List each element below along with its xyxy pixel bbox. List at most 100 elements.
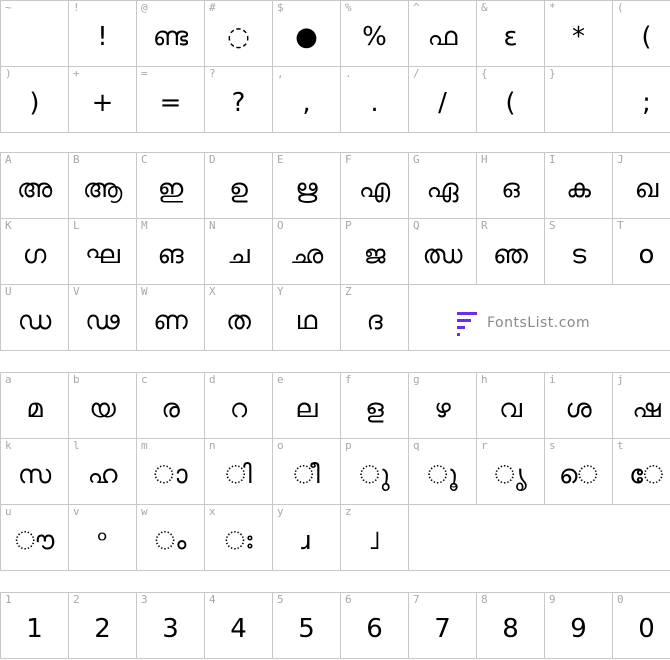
key-label: }	[549, 67, 556, 80]
glyph-sample: എ	[358, 174, 391, 204]
key-label: N	[209, 219, 216, 232]
glyph-sample: 0	[638, 614, 655, 644]
key-label: d	[209, 373, 216, 386]
key-label: G	[413, 153, 420, 166]
key-label: I	[549, 153, 556, 166]
glyph-sample: =	[159, 88, 182, 118]
key-label: w	[141, 505, 148, 518]
key-label: f	[345, 373, 352, 386]
glyph-sample: ഉ	[229, 174, 248, 204]
glyph-cell: Fഎ	[340, 152, 409, 219]
glyph-cell: 22	[68, 592, 137, 659]
key-label: n	[209, 439, 216, 452]
glyph-cell: 66	[340, 592, 409, 659]
key-label: ^	[413, 1, 420, 14]
glyph-cell: jഷ	[612, 372, 670, 439]
glyph-sample: ഢ	[85, 306, 120, 336]
key-label: t	[617, 439, 624, 452]
glyph-sample: ട	[570, 240, 587, 270]
glyph-cell	[476, 504, 545, 571]
glyph-sample: ത	[226, 306, 251, 336]
glyph-cell: oീ	[272, 438, 341, 505]
glyph-sample: 6	[366, 614, 383, 644]
glyph-sample: ഫ	[427, 22, 458, 52]
key-label: *	[549, 1, 556, 14]
key-label: 1	[5, 593, 12, 606]
key-label: .	[345, 67, 352, 80]
key-label: e	[277, 373, 284, 386]
glyph-sample: %	[362, 22, 387, 52]
glyph-cell: xഃ	[204, 504, 273, 571]
key-label: l	[73, 439, 80, 452]
key-label: 3	[141, 593, 148, 606]
key-label: 2	[73, 593, 80, 606]
glyph-sample: മ	[26, 394, 43, 424]
key-label: T	[617, 219, 624, 232]
glyph-cell: / /	[408, 66, 477, 133]
glyph-sample: ങ	[157, 240, 184, 270]
glyph-sample: ഴ	[434, 394, 451, 424]
key-label: 8	[481, 593, 488, 606]
glyph-sample: 4	[230, 614, 247, 644]
key-label: m	[141, 439, 148, 452]
key-label: s	[549, 439, 556, 452]
section-symbols: ~!! @ ണ്ട # ◌ $ ●%% ^ ഫ & ε * *(()) + + = =??,,.. / /{(};	[0, 0, 670, 133]
glyph-cell: nി	[204, 438, 273, 505]
glyph-cell: %%	[340, 0, 409, 67]
watermark: FontsList.com	[455, 309, 590, 337]
watermark-text: FontsList.com	[487, 315, 591, 331]
glyph-sample: ?	[231, 88, 246, 118]
glyph-sample: ആ	[82, 174, 123, 204]
key-label: P	[345, 219, 352, 232]
glyph-cell: ??	[204, 66, 273, 133]
glyph-cell	[544, 504, 613, 571]
key-label: 0	[617, 593, 624, 606]
glyph-sample: (	[505, 88, 516, 118]
glyph-sample: ശ	[565, 394, 592, 424]
key-label: F	[345, 153, 352, 166]
glyph-sample: ε	[503, 22, 518, 52]
glyph-sample: അ	[16, 174, 53, 204]
key-label: q	[413, 439, 420, 452]
glyph-cell: pു	[340, 438, 409, 505]
glyph-sample: ൃ	[494, 460, 527, 490]
glyph-cell: 99	[544, 592, 613, 659]
glyph-cell: Rഞ	[476, 218, 545, 285]
key-label: g	[413, 373, 420, 386]
key-label: #	[209, 1, 216, 14]
key-label: B	[73, 153, 80, 166]
glyph-sample: /	[438, 88, 447, 118]
glyph-cell: 33	[136, 592, 205, 659]
key-label: M	[141, 219, 148, 232]
glyph-sample: +	[91, 88, 114, 118]
glyph-sample: ഃ	[224, 526, 253, 556]
glyph-cell: ((	[612, 0, 670, 67]
key-label: A	[5, 153, 12, 166]
glyph-cell: Yഥ	[272, 284, 341, 351]
glyph-cell: Pജ	[340, 218, 409, 285]
glyph-cell: mാ	[136, 438, 205, 505]
glyph-cell: 55	[272, 592, 341, 659]
glyph-sample: ഋ	[295, 174, 318, 204]
glyph-cell: Nച	[204, 218, 273, 285]
glyph-cell: Wണ	[136, 284, 205, 351]
glyph-sample: ഏ	[426, 174, 459, 204]
glyph-row: )) + + = =??,,.. / /{(};	[0, 66, 670, 133]
glyph-cell: qൂ	[408, 438, 477, 505]
glyph-row: aമbയcരdറeലfളgഴhവiശjഷ	[0, 372, 670, 439]
glyph-grid-digits: 11223344556677889900	[0, 592, 670, 659]
glyph-sample: 5	[298, 614, 315, 644]
glyph-cell: hവ	[476, 372, 545, 439]
key-label: 4	[209, 593, 216, 606]
key-label: +	[73, 67, 80, 80]
glyph-sample: o	[638, 240, 655, 270]
glyph-sample: ര	[161, 394, 180, 424]
glyph-sample: ൂ	[427, 460, 458, 490]
glyph-cell: Cഇ	[136, 152, 205, 219]
glyph-cell: uൗ	[0, 504, 69, 571]
glyph-sample: ീ	[293, 460, 320, 490]
key-label: L	[73, 219, 80, 232]
glyph-sample: )	[29, 88, 40, 118]
key-label: j	[617, 373, 624, 386]
key-label: !	[73, 1, 80, 14]
